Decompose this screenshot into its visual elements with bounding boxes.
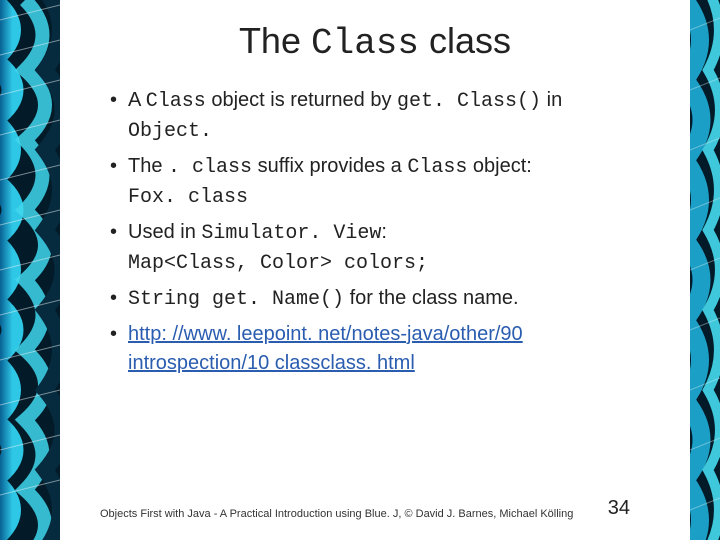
bullet-item: Used in Simulator. View: Map<Class, Colo…	[110, 218, 660, 278]
bullet-text: The . class suffix provides a Class obje…	[128, 155, 532, 177]
bullet-text: A Class object is returned by get. Class…	[128, 89, 562, 111]
bullet-code-line: Object.	[128, 120, 212, 143]
footer-text: Objects First with Java - A Practical In…	[100, 508, 573, 520]
bullet-item: String get. Name() for the class name.	[110, 284, 660, 314]
bullet-code-line: Map<Class, Color> colors;	[128, 252, 428, 275]
bullet-item: A Class object is returned by get. Class…	[110, 86, 660, 146]
slide-footer: Objects First with Java - A Practical In…	[100, 497, 630, 520]
feather-pattern-left	[0, 0, 60, 540]
background-right-stripe	[690, 0, 720, 540]
page-number: 34	[608, 497, 630, 520]
slide-content: The Class class A Class object is return…	[60, 0, 690, 540]
bullet-text: String get. Name() for the class name.	[128, 287, 519, 309]
title-suffix: class	[419, 20, 511, 61]
bullet-text: Used in Simulator. View:	[128, 221, 387, 243]
reference-link[interactable]: http: //www. leepoint. net/notes-java/ot…	[128, 323, 523, 374]
background-left-stripe	[0, 0, 60, 540]
bullet-code-line: Fox. class	[128, 186, 248, 209]
bullet-list: A Class object is returned by get. Class…	[90, 86, 660, 378]
bullet-item: The . class suffix provides a Class obje…	[110, 152, 660, 212]
title-prefix: The	[239, 20, 311, 61]
bullet-item: http: //www. leepoint. net/notes-java/ot…	[110, 320, 660, 378]
feather-pattern-right	[690, 0, 720, 540]
slide-title: The Class class	[90, 20, 660, 64]
slide: The Class class A Class object is return…	[0, 0, 720, 540]
title-code: Class	[311, 23, 419, 64]
